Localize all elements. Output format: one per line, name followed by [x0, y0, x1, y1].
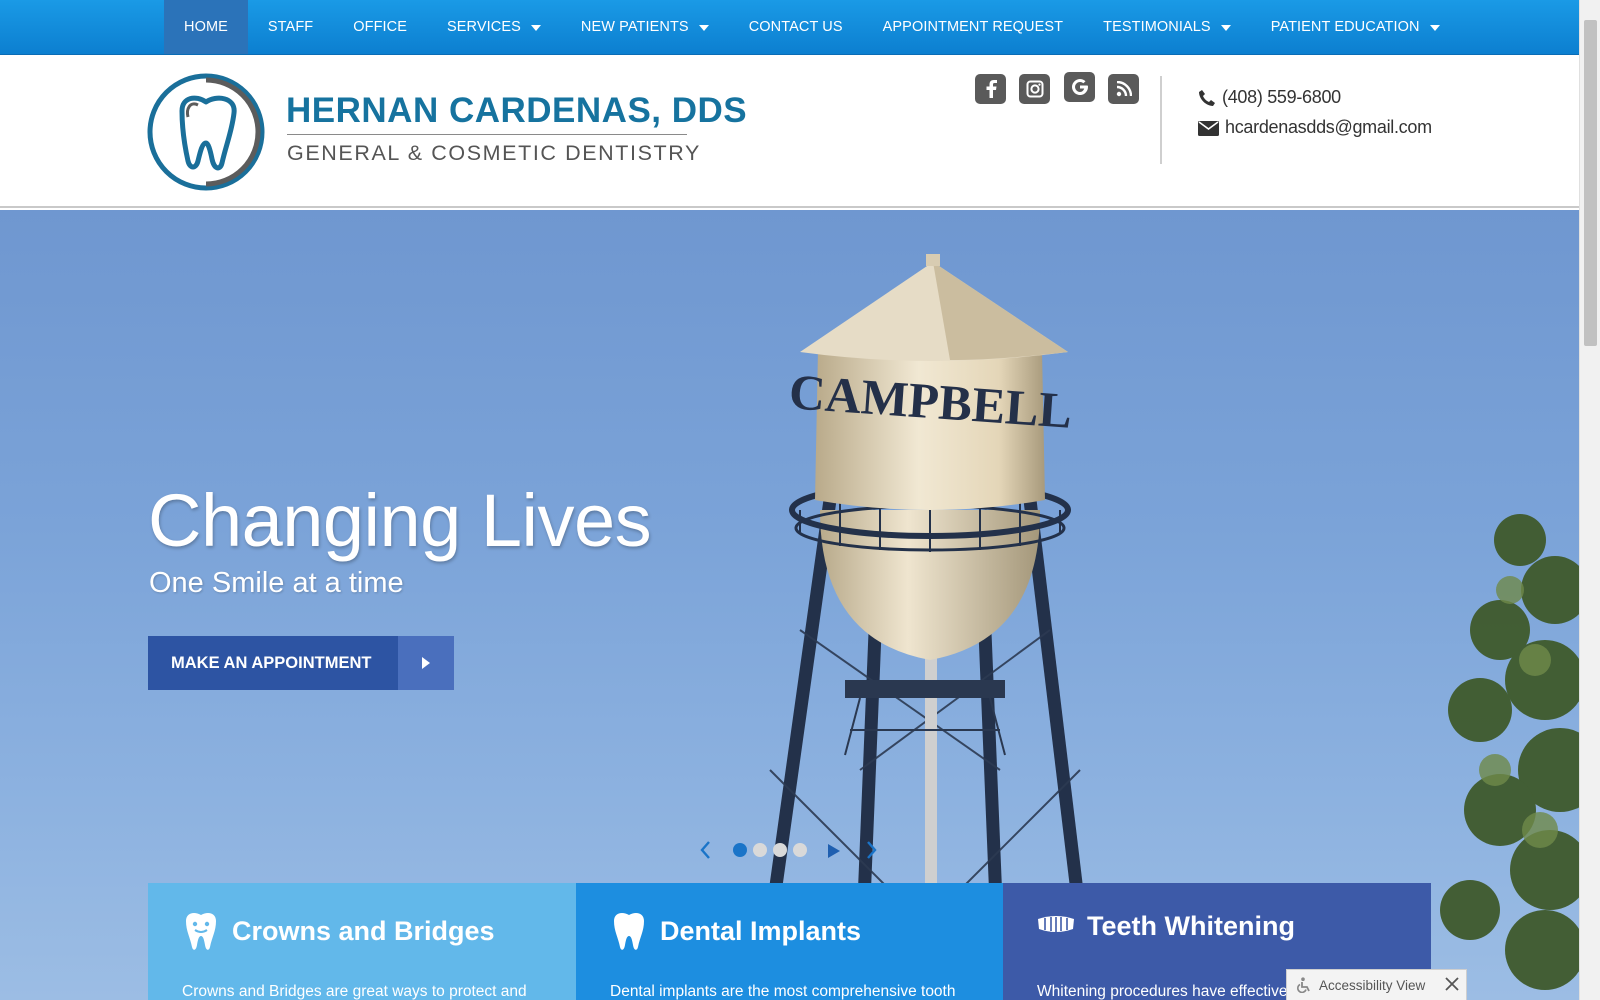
- nav-item-label: CONTACT US: [748, 19, 843, 35]
- tooth-icon: [186, 913, 216, 950]
- nav-item-testimonials[interactable]: TESTIMONIALS: [1083, 0, 1251, 54]
- slider-pagination: [733, 843, 813, 857]
- card-crowns-bridges[interactable]: Crowns and Bridges Crowns and Bridges ar…: [148, 883, 576, 1000]
- nav-item-label: HOME: [184, 19, 228, 35]
- nav-item-label: OFFICE: [353, 19, 408, 35]
- slider-next-button[interactable]: [862, 838, 880, 862]
- card-header: Crowns and Bridges: [182, 911, 495, 951]
- card-text: Crowns and Bridges are great ways to pro…: [182, 983, 527, 1000]
- caret-down-icon: [1220, 25, 1231, 31]
- nav-item-office[interactable]: OFFICE: [333, 0, 427, 54]
- play-icon: [828, 844, 840, 858]
- phone-number: (408) 559-6800: [1222, 87, 1341, 107]
- card-header: Teeth Whitening: [1037, 911, 1295, 942]
- close-icon[interactable]: [1442, 974, 1462, 994]
- nav-item-patient-education[interactable]: PATIENT EDUCATION: [1251, 0, 1460, 54]
- slider-dot-1[interactable]: [733, 843, 747, 857]
- chevron-right-icon: [867, 841, 877, 859]
- implant-icon: [614, 913, 644, 950]
- page-scrollbar[interactable]: [1579, 0, 1600, 1000]
- nav-item-appointment-request[interactable]: APPOINTMENT REQUEST: [863, 0, 1084, 54]
- make-appointment-button[interactable]: MAKE AN APPOINTMENT: [148, 636, 454, 690]
- nav-menu: HOME STAFF OFFICE SERVICES NEW PATIENTS CONTA…: [164, 0, 1460, 54]
- facebook-icon[interactable]: [975, 74, 1006, 104]
- hero-slider: CAMPBELL Changing Lives One Smile at a t…: [0, 210, 1579, 1000]
- instagram-icon[interactable]: [1019, 74, 1050, 104]
- wheelchair-icon: [1297, 977, 1310, 993]
- nav-item-label: APPOINTMENT REQUEST: [882, 19, 1064, 35]
- card-text: Dental implants are the most comprehensi…: [610, 983, 956, 1000]
- water-tower-image: CAMPBELL: [753, 254, 1579, 1000]
- cta-label: MAKE AN APPOINTMENT: [148, 636, 398, 690]
- card-title: Teeth Whitening: [1087, 911, 1295, 941]
- hero-subtitle: One Smile at a time: [149, 567, 404, 599]
- teeth-row-icon: [1038, 915, 1074, 932]
- card-title: Dental Implants: [660, 915, 862, 946]
- caret-down-icon: [1429, 25, 1440, 31]
- practice-name: HERNAN CARDENAS, DDS: [286, 91, 748, 130]
- hero-title: Changing Lives: [148, 479, 652, 562]
- google-icon[interactable]: [1064, 72, 1095, 102]
- nav-item-contact-us[interactable]: CONTACT US: [729, 0, 863, 54]
- nav-item-staff[interactable]: STAFF: [248, 0, 333, 54]
- top-navigation: HOME STAFF OFFICE SERVICES NEW PATIENTS CONTA…: [0, 0, 1579, 55]
- nav-item-label: NEW PATIENTS: [580, 19, 689, 35]
- nav-item-label: SERVICES: [447, 19, 521, 35]
- logo-divider: [287, 134, 687, 135]
- caret-down-icon: [530, 25, 541, 31]
- nav-item-services[interactable]: SERVICES: [427, 0, 561, 54]
- card-header: Dental Implants: [610, 911, 861, 951]
- card-dental-implants[interactable]: Dental Implants Dental implants are the …: [576, 883, 1003, 1000]
- slider-dot-4[interactable]: [793, 843, 807, 857]
- email-contact[interactable]: hcardenasdds@gmail.com: [1198, 117, 1432, 138]
- scrollbar-thumb[interactable]: [1584, 20, 1597, 346]
- card-title: Crowns and Bridges: [232, 915, 495, 946]
- nav-item-home[interactable]: HOME: [164, 0, 248, 54]
- envelope-icon: [1198, 120, 1219, 136]
- accessibility-view-toggle[interactable]: Accessibility View: [1286, 969, 1467, 1000]
- rss-icon[interactable]: [1108, 74, 1139, 104]
- nav-item-label: STAFF: [267, 19, 314, 35]
- nav-item-label: TESTIMONIALS: [1103, 19, 1211, 35]
- slider-dot-3[interactable]: [773, 843, 787, 857]
- nav-item-new-patients[interactable]: NEW PATIENTS: [561, 0, 729, 54]
- phone-contact[interactable]: (408) 559-6800: [1198, 87, 1341, 108]
- phone-icon: [1199, 89, 1215, 106]
- practice-tagline: GENERAL & COSMETIC DENTISTRY: [287, 141, 701, 165]
- play-arrow-icon: [398, 636, 454, 690]
- caret-down-icon: [698, 25, 709, 31]
- header-divider: [1160, 76, 1162, 164]
- logo[interactable]: HERNAN CARDENAS, DDS GENERAL & COSMETIC …: [146, 71, 747, 193]
- slider-prev-button[interactable]: [697, 838, 715, 862]
- accessibility-label: Accessibility View: [1319, 977, 1426, 993]
- tooth-logo-icon: [147, 73, 265, 191]
- page: HOME STAFF OFFICE SERVICES NEW PATIENTS CONTA…: [0, 0, 1600, 1000]
- chevron-left-icon: [700, 841, 710, 859]
- site-header: HERNAN CARDENAS, DDS GENERAL & COSMETIC …: [0, 55, 1579, 208]
- nav-item-label: PATIENT EDUCATION: [1270, 19, 1420, 35]
- email-address: hcardenasdds@gmail.com: [1225, 117, 1432, 137]
- slider-play-button[interactable]: [826, 842, 842, 860]
- slider-dot-2[interactable]: [753, 843, 767, 857]
